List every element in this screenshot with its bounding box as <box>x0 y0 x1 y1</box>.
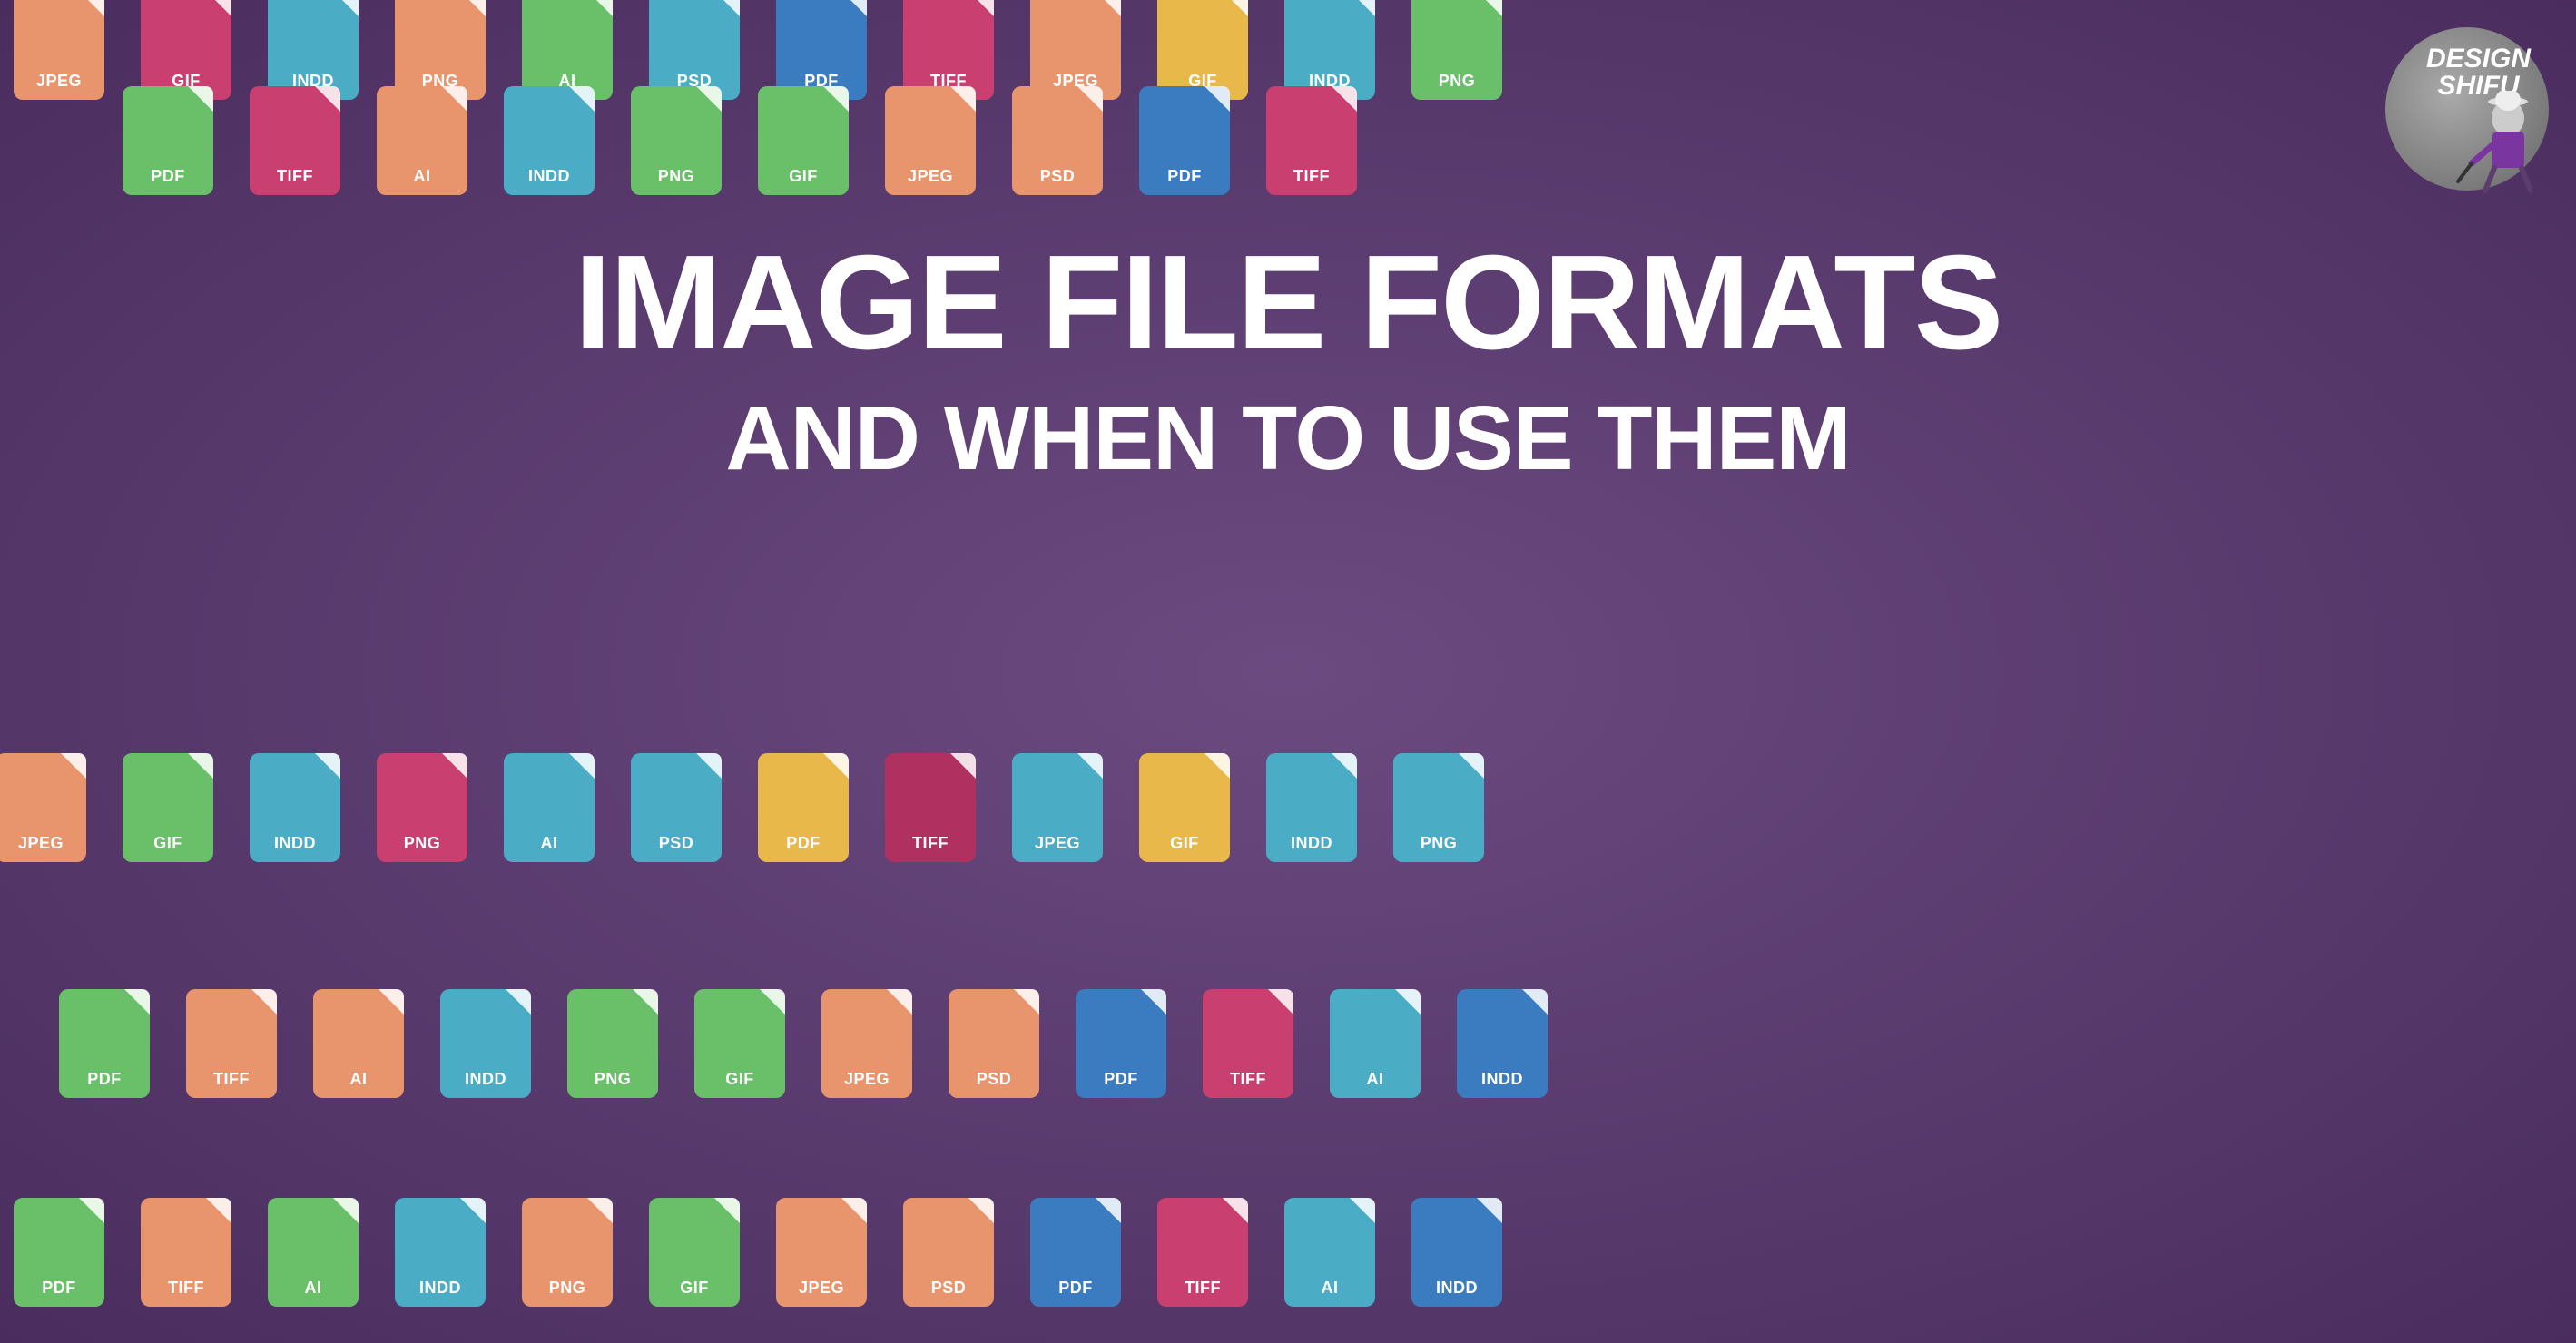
file-icon-indd3: INDD <box>499 77 599 195</box>
logo-line1: DESIGN <box>2426 45 2531 73</box>
ninja-icon <box>2440 91 2549 200</box>
file-icon-psd2: PSD <box>1008 77 1107 195</box>
file-icon-ai4: AI <box>309 980 408 1098</box>
file-icon-png7: PNG <box>517 1189 617 1307</box>
file-icon-png6: PNG <box>563 980 663 1098</box>
file-icon-pdf2: PDF <box>118 77 218 195</box>
file-icon-tiff8: TIFF <box>1153 1189 1253 1307</box>
file-icon-psd5: PSD <box>899 1189 998 1307</box>
file-icon-gif4: GIF <box>118 744 218 862</box>
file-icon-pdf6: PDF <box>1071 980 1171 1098</box>
file-icon-jpeg4: JPEG <box>0 744 91 862</box>
title-section: IMAGE FILE FORMATS AND WHEN TO USE THEM <box>426 236 2150 488</box>
file-icon-jpeg5: JPEG <box>1008 744 1107 862</box>
file-icon-png5: PNG <box>1389 744 1489 862</box>
file-icon-psd4: PSD <box>944 980 1044 1098</box>
file-icon-pdf7: PDF <box>9 1189 109 1307</box>
main-title: IMAGE FILE FORMATS <box>426 236 2150 370</box>
file-icon-pdf8: PDF <box>1026 1189 1126 1307</box>
file-icon-gif3: GIF <box>753 77 853 195</box>
file-icon-indd6: INDD <box>436 980 536 1098</box>
sub-title: AND WHEN TO USE THEM <box>426 388 2150 488</box>
file-icon-pdf3: PDF <box>1135 77 1234 195</box>
file-icon-ai6: AI <box>263 1189 363 1307</box>
file-icon-tiff7: TIFF <box>136 1189 236 1307</box>
icon-row-3: JPEG GIF INDD PNG AI PSD PDF TIFF <box>0 744 2576 862</box>
file-icon-tiff4: TIFF <box>880 744 980 862</box>
file-icon-jpeg3: JPEG <box>880 77 980 195</box>
icon-row-2: PDF TIFF AI INDD PNG GIF JPEG PSD <box>0 77 2576 195</box>
file-icon-psd3: PSD <box>626 744 726 862</box>
file-icon-tiff5: TIFF <box>182 980 281 1098</box>
file-icon-ai7: AI <box>1280 1189 1380 1307</box>
file-icon-jpeg6: JPEG <box>817 980 917 1098</box>
file-icon-indd4: INDD <box>245 744 345 862</box>
file-icon-gif7: GIF <box>644 1189 744 1307</box>
file-icon-tiff3: TIFF <box>1262 77 1362 195</box>
background: JPEG GIF INDD PNG AI PSD PDF TIFF <box>0 0 2576 1343</box>
file-icon-gif5: GIF <box>1135 744 1234 862</box>
file-icon-ai3: AI <box>499 744 599 862</box>
file-icon-indd5: INDD <box>1262 744 1362 862</box>
file-icon-jpeg7: JPEG <box>772 1189 871 1307</box>
file-icon-tiff6: TIFF <box>1198 980 1298 1098</box>
file-icon-indd9: INDD <box>1407 1189 1507 1307</box>
file-icon-ai5: AI <box>1325 980 1425 1098</box>
logo: DESIGN SHIFU <box>2367 18 2549 200</box>
icon-row-5: PDF TIFF AI INDD PNG GIF JPEG PSD <box>0 1189 2576 1307</box>
file-icon-indd7: INDD <box>1452 980 1552 1098</box>
file-icon-ai2: AI <box>372 77 472 195</box>
file-icon-pdf4: PDF <box>753 744 853 862</box>
file-icon-indd8: INDD <box>390 1189 490 1307</box>
file-icon-png3: PNG <box>626 77 726 195</box>
file-icon-pdf5: PDF <box>54 980 154 1098</box>
file-icon-tiff2: TIFF <box>245 77 345 195</box>
icon-row-4: PDF TIFF AI INDD PNG GIF JPEG PSD <box>0 980 2576 1098</box>
file-icon-gif6: GIF <box>690 980 790 1098</box>
file-icon-png4: PNG <box>372 744 472 862</box>
